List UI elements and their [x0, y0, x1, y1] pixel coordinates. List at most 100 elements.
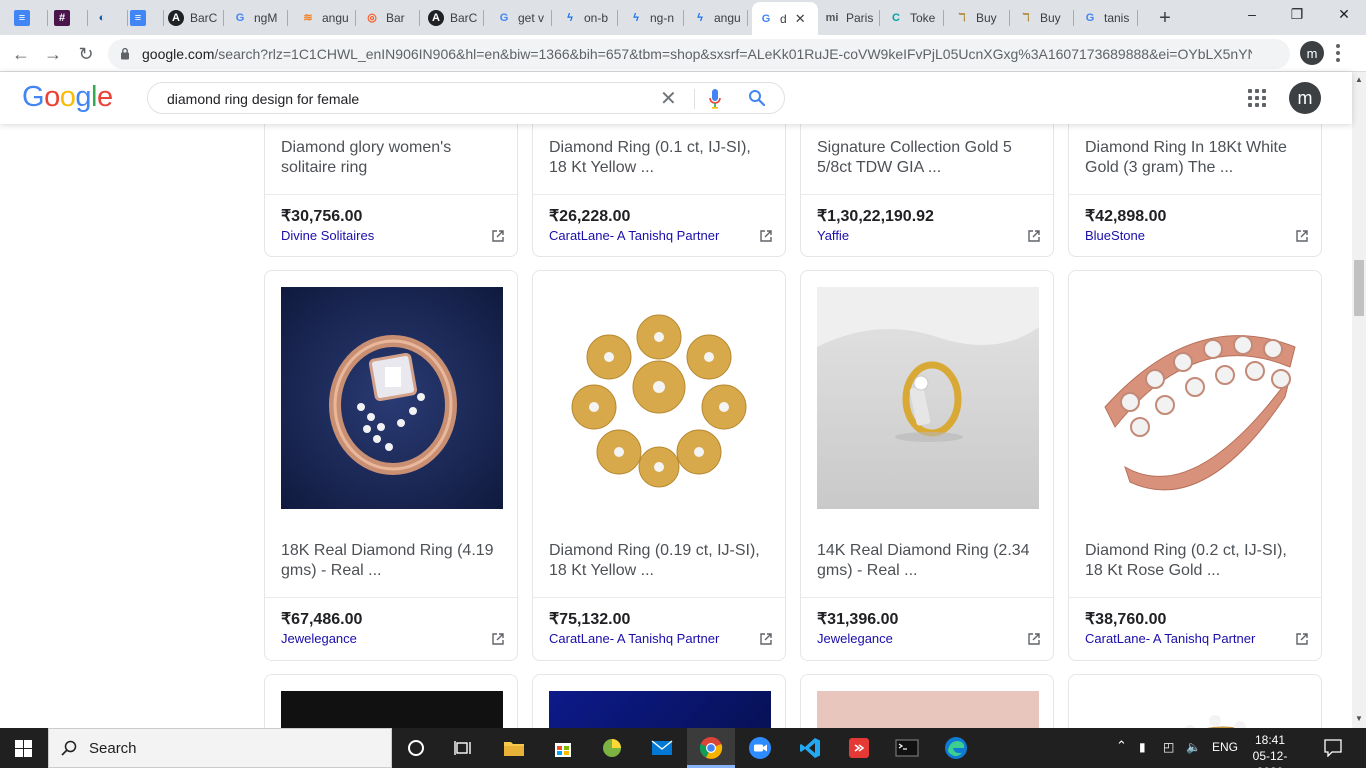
url-text[interactable]: google.com/search?rlz=1C1CHWL_enIN906IN9… — [142, 46, 1252, 62]
external-link-icon[interactable] — [1027, 632, 1041, 646]
windows-start-icon[interactable] — [15, 740, 32, 757]
network-icon[interactable]: ◰ — [1163, 740, 1174, 754]
zoom-icon[interactable] — [746, 734, 774, 762]
taskbar-search-box[interactable]: Search — [48, 728, 392, 768]
browser-tab[interactable]: C Toke — [882, 4, 944, 31]
browser-menu-icon[interactable] — [1336, 44, 1340, 62]
system-clock[interactable]: 18:41 05-12-2020 — [1248, 732, 1292, 768]
product-image-rose-gold-flower-band[interactable] — [1085, 287, 1307, 509]
product-image-rose-gold-ring[interactable] — [281, 287, 503, 509]
merchant-link[interactable]: CaratLane- A Tanishq Partner — [549, 228, 719, 243]
external-link-icon[interactable] — [1295, 632, 1309, 646]
product-card[interactable] — [1068, 674, 1322, 728]
back-icon[interactable]: ← — [10, 43, 32, 65]
task-view-icon[interactable] — [450, 734, 478, 762]
close-window-icon[interactable]: ✕ — [1334, 6, 1354, 23]
browser-tab[interactable]: ≡ — [8, 4, 48, 31]
product-card[interactable]: 18K Real Diamond Ring (4.19 gms) - Real … — [264, 270, 518, 661]
search-icon[interactable] — [748, 89, 766, 107]
product-image-gold-flower-ring[interactable] — [549, 287, 771, 509]
vscode-icon[interactable] — [796, 734, 824, 762]
file-explorer-icon[interactable] — [500, 734, 528, 762]
profile-avatar[interactable]: m — [1300, 41, 1324, 65]
product-title[interactable]: Diamond Ring (0.1 ct, IJ-SI), 18 Kt Yell… — [549, 138, 771, 178]
browser-tab[interactable]: A BarC — [162, 4, 224, 31]
scroll-up-icon[interactable]: ▲ — [1355, 75, 1363, 84]
external-link-icon[interactable] — [1295, 229, 1309, 243]
clear-search-icon[interactable]: ✕ — [660, 86, 677, 111]
app-red-icon[interactable] — [845, 734, 873, 762]
account-avatar[interactable]: m — [1289, 82, 1321, 114]
product-card[interactable]: 14K Real Diamond Ring (2.34 gms) - Real … — [800, 270, 1054, 661]
product-image[interactable] — [281, 691, 503, 728]
merchant-link[interactable]: Jewelegance — [817, 631, 893, 646]
new-tab-button[interactable]: + — [1155, 7, 1175, 30]
product-image-yellow-gold-ring[interactable] — [817, 287, 1039, 509]
external-link-icon[interactable] — [1027, 229, 1041, 243]
product-image[interactable] — [549, 691, 771, 728]
product-title[interactable]: Diamond Ring (0.19 ct, IJ-SI), 18 Kt Yel… — [549, 541, 771, 581]
notification-icon[interactable] — [1324, 739, 1342, 757]
browser-tab[interactable]: ℸ Buy — [1012, 4, 1074, 31]
tray-expand-icon[interactable]: ⌃ — [1116, 738, 1127, 754]
scroll-down-icon[interactable]: ▼ — [1355, 714, 1363, 723]
browser-tab[interactable]: GngM — [226, 4, 288, 31]
product-card[interactable]: Diamond Ring (0.1 ct, IJ-SI), 18 Kt Yell… — [532, 124, 786, 257]
address-bar[interactable]: google.com/search?rlz=1C1CHWL_enIN906IN9… — [108, 39, 1290, 69]
battery-icon[interactable]: ▮ — [1139, 740, 1146, 754]
google-apps-icon[interactable] — [1248, 89, 1266, 107]
minimize-icon[interactable]: – — [1242, 6, 1262, 22]
search-input[interactable]: diamond ring design for female — [167, 91, 359, 107]
merchant-link[interactable]: Jewelegance — [281, 631, 357, 646]
volume-icon[interactable]: 🔈 — [1186, 740, 1201, 754]
product-title[interactable]: Diamond glory women's solitaire ring — [281, 138, 503, 178]
maximize-icon[interactable]: ❐ — [1287, 6, 1307, 23]
photos-app-icon[interactable] — [598, 734, 626, 762]
terminal-icon[interactable] — [893, 734, 921, 762]
browser-tab[interactable]: Gget v — [490, 4, 552, 31]
product-card[interactable]: Diamond glory women's solitaire ring ₹30… — [264, 124, 518, 257]
product-card[interactable]: Diamond Ring In 18Kt White Gold (3 gram)… — [1068, 124, 1322, 257]
browser-tab[interactable]: ϟ angu — [686, 4, 748, 31]
mail-icon[interactable] — [648, 734, 676, 762]
product-title[interactable]: 14K Real Diamond Ring (2.34 gms) - Real … — [817, 541, 1039, 581]
product-card[interactable]: Diamond Ring (0.19 ct, IJ-SI), 18 Kt Yel… — [532, 270, 786, 661]
external-link-icon[interactable] — [759, 632, 773, 646]
browser-tab[interactable]: ≡ — [124, 4, 164, 31]
product-image[interactable] — [817, 691, 1039, 728]
browser-tab[interactable]: # — [48, 4, 88, 31]
scrollbar-thumb[interactable] — [1354, 260, 1364, 316]
external-link-icon[interactable] — [491, 229, 505, 243]
cortana-icon[interactable] — [402, 734, 430, 762]
browser-tab[interactable]: ≋ angu — [294, 4, 356, 31]
merchant-link[interactable]: BlueStone — [1085, 228, 1145, 243]
lock-icon[interactable] — [120, 47, 130, 60]
product-title[interactable]: 18K Real Diamond Ring (4.19 gms) - Real … — [281, 541, 503, 581]
product-card[interactable] — [532, 674, 786, 728]
product-title[interactable]: Diamond Ring (0.2 ct, IJ-SI), 18 Kt Rose… — [1085, 541, 1307, 581]
language-indicator[interactable]: ENG — [1212, 740, 1238, 754]
browser-tab[interactable]: ℸ Buy — [948, 4, 1010, 31]
external-link-icon[interactable] — [759, 229, 773, 243]
chrome-icon[interactable] — [697, 734, 725, 762]
microphone-icon[interactable] — [709, 89, 721, 109]
close-tab-icon[interactable]: ✕ — [795, 11, 806, 27]
product-card[interactable]: Signature Collection Gold 5 5/8ct TDW GI… — [800, 124, 1054, 257]
product-card[interactable] — [264, 674, 518, 728]
browser-tab[interactable]: ◐ — [88, 4, 128, 31]
reload-icon[interactable]: ↻ — [75, 43, 97, 65]
edge-icon[interactable] — [942, 734, 970, 762]
merchant-link[interactable]: CaratLane- A Tanishq Partner — [549, 631, 719, 646]
search-box[interactable]: diamond ring design for female ✕ — [147, 82, 785, 114]
browser-tab[interactable]: Gtanis — [1076, 4, 1138, 31]
browser-tab[interactable]: ϟ on-b — [556, 4, 618, 31]
browser-tab[interactable]: A BarC — [422, 4, 484, 31]
browser-tab[interactable]: Gd ✕ — [752, 2, 818, 35]
store-icon[interactable] — [549, 734, 577, 762]
product-title[interactable]: Signature Collection Gold 5 5/8ct TDW GI… — [817, 138, 1039, 178]
browser-tab[interactable]: mi Paris — [818, 4, 880, 31]
external-link-icon[interactable] — [491, 632, 505, 646]
google-logo[interactable]: Google — [22, 81, 113, 114]
product-image[interactable] — [1085, 691, 1307, 728]
page-scrollbar[interactable]: ▲ ▼ — [1352, 72, 1366, 728]
